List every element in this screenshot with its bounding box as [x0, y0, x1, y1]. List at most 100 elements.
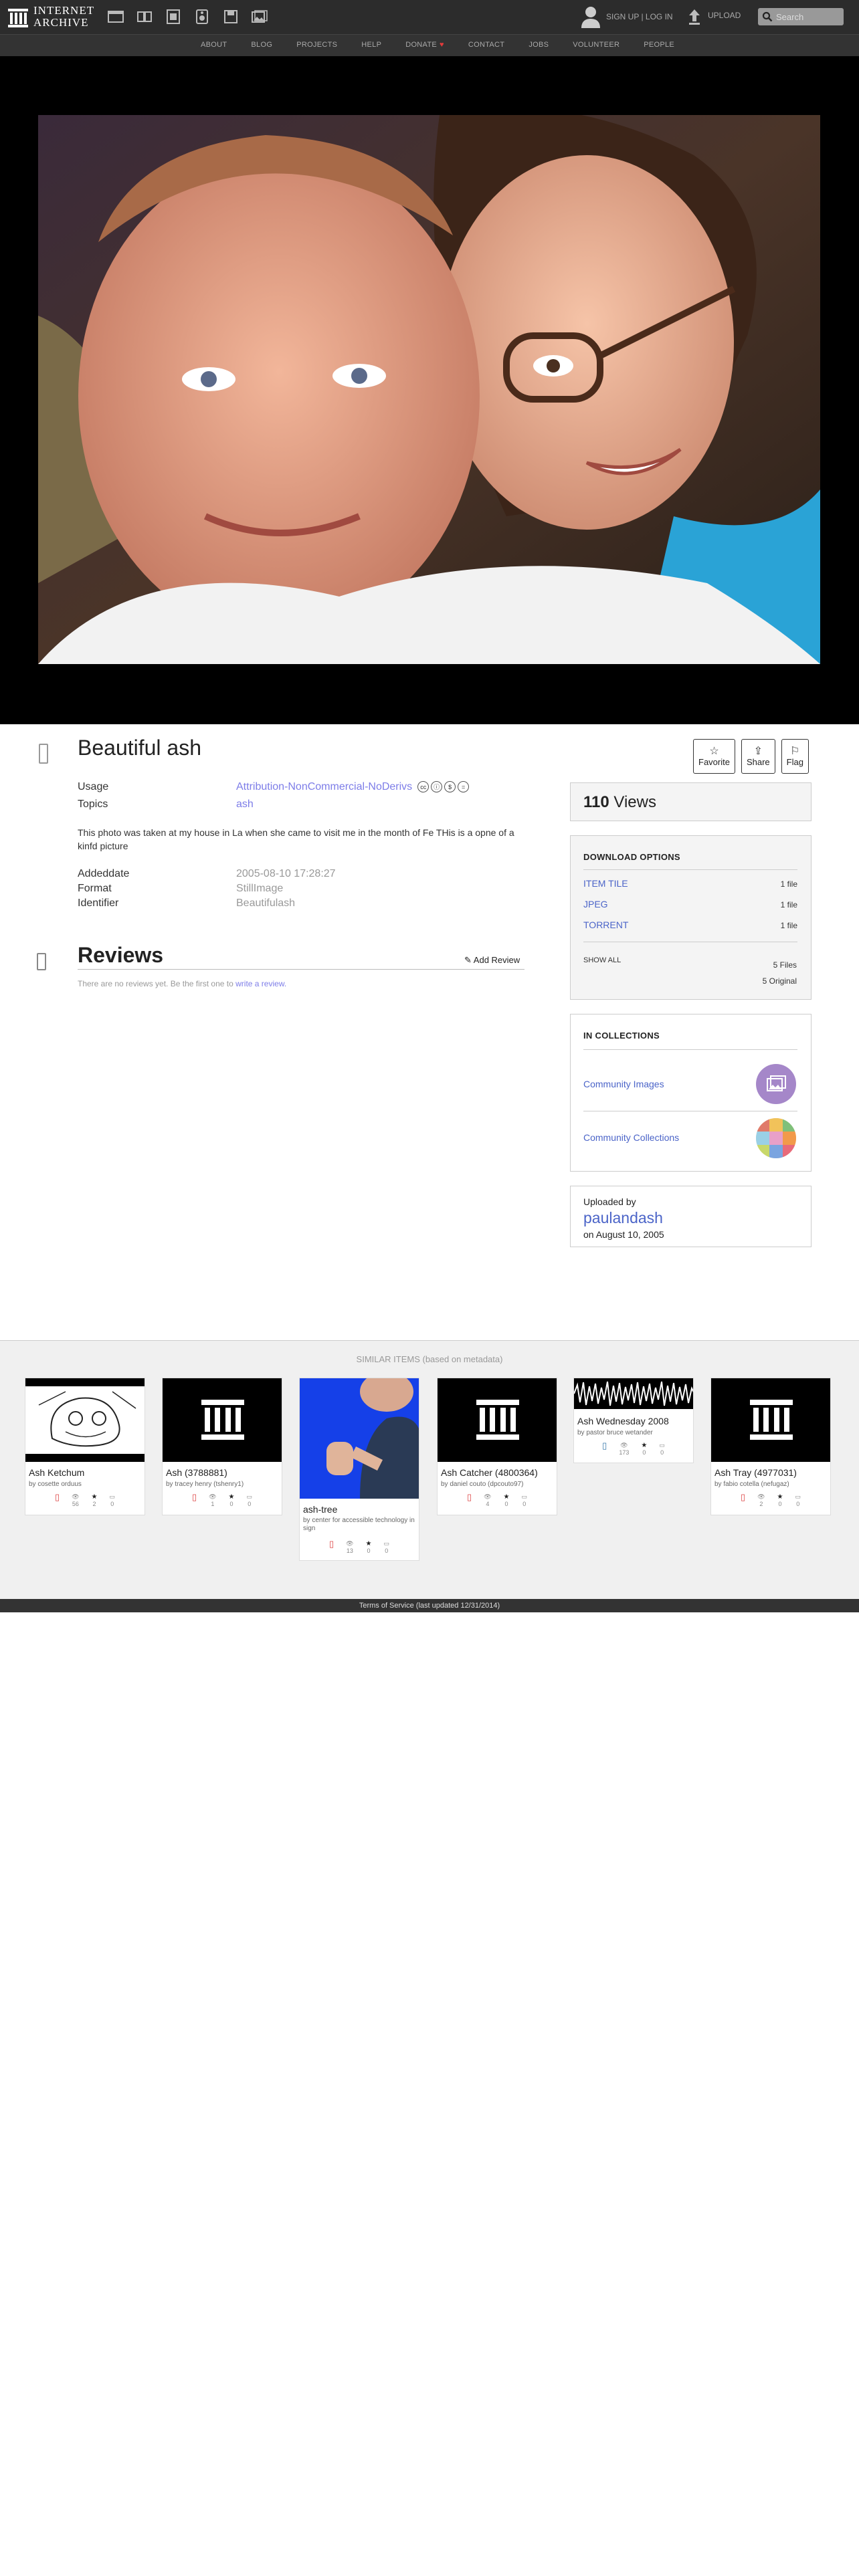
favorites-stat: ★ 0 [504, 1493, 510, 1508]
user-icon[interactable] [579, 4, 602, 29]
similar-item-title[interactable]: Ash (3788881) [166, 1467, 227, 1478]
community-images-thumbnail[interactable] [756, 1064, 796, 1104]
logo-line1: INTERNET [33, 4, 95, 17]
nav-contact[interactable]: CONTACT [468, 41, 504, 49]
similar-item-card[interactable]: Ash Wednesday 2008 by pastor bruce wetan… [573, 1378, 694, 1463]
pencil-icon: ✎ [464, 955, 474, 965]
community-collections-thumbnail[interactable] [756, 1118, 796, 1158]
texts-icon[interactable] [136, 8, 153, 25]
similar-item-card[interactable]: Ash Catcher (4800364) by daniel couto (d… [437, 1378, 557, 1515]
similar-item-thumbnail[interactable] [25, 1378, 145, 1462]
views-count-text: 110 Views [583, 793, 656, 812]
similar-item-card[interactable]: Ash Tray (4977031) by fabio cotella (nef… [710, 1378, 831, 1515]
topic-link[interactable]: ash [236, 798, 254, 810]
similar-item-author: by center for accessible technology in s… [303, 1517, 415, 1532]
similar-item-title[interactable]: Ash Wednesday 2008 [577, 1416, 669, 1426]
favorite-button[interactable]: ☆ Favorite [693, 739, 735, 774]
media-type-icons [107, 8, 268, 25]
similar-item-card[interactable]: Ash (3788881) by tracey henry (tshenry1)… [162, 1378, 282, 1515]
views-panel: 110 Views [570, 782, 812, 821]
comment-icon: ▭ [795, 1493, 801, 1500]
nav-jobs[interactable]: JOBS [529, 41, 549, 49]
share-button[interactable]: ⇪ Share [741, 739, 775, 774]
reviews-count: 0 [110, 1501, 114, 1507]
flag-icon: ⚐ [790, 746, 800, 757]
similar-item-title[interactable]: ash-tree [303, 1504, 337, 1515]
search-placeholder: Search [776, 12, 804, 22]
internet-archive-logo-icon[interactable] [7, 6, 29, 29]
star-icon: ★ [91, 1493, 98, 1501]
mediatype-image-icon: ▯ [328, 1539, 335, 1549]
similar-item-thumbnail[interactable] [300, 1378, 419, 1499]
similar-item-title[interactable]: Ash Tray (4977031) [714, 1467, 797, 1478]
web-icon[interactable] [107, 8, 124, 25]
similar-item-thumbnail[interactable] [438, 1378, 557, 1462]
favorites-stat: ★ 0 [641, 1442, 647, 1457]
footer-terms-link[interactable]: Terms of Service (last updated 12/31/201… [0, 1599, 859, 1612]
share-icon: ⇪ [753, 746, 763, 757]
license-link[interactable]: Attribution-NonCommercial-NoDerivs [236, 781, 412, 792]
images-icon[interactable] [251, 8, 268, 25]
upload-icon[interactable] [687, 8, 702, 25]
similar-item-stats: ▯ 👁 56 ★ 2 ▭ 0 [25, 1493, 145, 1508]
search-input[interactable]: Search [758, 8, 844, 25]
favorites-count: 0 [778, 1501, 782, 1507]
views-stat: 👁 173 [619, 1442, 629, 1457]
nav-about[interactable]: ABOUT [201, 41, 227, 49]
download-options-panel: DOWNLOAD OPTIONS ITEM TILE 1 file JPEG 1 f… [570, 835, 812, 1000]
upload-date: on August 10, 2005 [583, 1229, 664, 1240]
logo-text[interactable]: INTERNET ARCHIVE [33, 5, 94, 29]
download-item-tile-link[interactable]: ITEM TILE [583, 878, 628, 889]
favorites-count: 0 [504, 1501, 508, 1507]
download-torrent-link[interactable]: TORRENT [583, 920, 628, 930]
flag-button[interactable]: ⚐ Flag [781, 739, 809, 774]
divider [583, 869, 797, 870]
upload-link[interactable]: UPLOAD [708, 11, 741, 20]
similar-item-thumbnail[interactable] [711, 1378, 830, 1462]
views-label: Views [613, 793, 656, 811]
collection-community-collections[interactable]: Community Collections [583, 1132, 679, 1143]
similar-item-thumbnail[interactable] [574, 1378, 693, 1409]
mediatype-image-icon: ▯ [466, 1492, 472, 1502]
similar-item-thumbnail[interactable] [163, 1378, 282, 1462]
software-icon[interactable] [222, 8, 240, 25]
views-stat: 👁 4 [484, 1493, 491, 1508]
nav-help[interactable]: HELP [361, 41, 381, 49]
similar-items-section: SIMILAR ITEMS (based on metadata) Ash Ke… [0, 1340, 859, 1599]
format-value: StillImage [236, 883, 284, 894]
nav-people[interactable]: PEOPLE [644, 41, 674, 49]
uploader-link[interactable]: paulandash [583, 1209, 663, 1227]
file-count: 1 file [780, 921, 797, 930]
similar-item-card[interactable]: ash-tree by center for accessible techno… [299, 1378, 419, 1561]
similar-item-card[interactable]: Ash Ketchum by cosette orduus ▯ 👁 56 ★ 2 ▭… [25, 1378, 145, 1515]
item-actions: ☆ Favorite ⇪ Share ⚐ Flag [693, 739, 809, 774]
nav-blog[interactable]: BLOG [251, 41, 272, 49]
views-count: 173 [619, 1449, 630, 1456]
file-count: 1 file [780, 900, 797, 909]
uploaded-by-label: Uploaded by [583, 1196, 636, 1207]
format-label: Format [78, 883, 112, 894]
similar-item-stats: ▯ 👁 13 ★ 0 ▭ 0 [300, 1539, 419, 1555]
similar-item-title[interactable]: Ash Ketchum [29, 1467, 84, 1478]
nav-volunteer[interactable]: VOLUNTEER [573, 41, 619, 49]
nav-donate[interactable]: DONATE ♥ [405, 41, 444, 49]
show-all-link[interactable]: SHOW ALL [583, 956, 621, 964]
comment-icon: ▭ [109, 1493, 116, 1500]
reviews-stat: ▭ 0 [795, 1493, 801, 1508]
collection-community-images[interactable]: Community Images [583, 1079, 664, 1089]
add-review-button[interactable]: ✎ Add Review [464, 955, 520, 966]
similar-item-title[interactable]: Ash Catcher (4800364) [441, 1467, 538, 1478]
archive-logo-icon [750, 1400, 793, 1440]
audio-icon[interactable] [193, 8, 211, 25]
signup-login-link[interactable]: SIGN UP | LOG IN [606, 12, 673, 21]
nav-projects[interactable]: PROJECTS [296, 41, 337, 49]
archive-logo-icon [201, 1400, 244, 1440]
video-icon[interactable] [165, 8, 182, 25]
download-jpeg-link[interactable]: JPEG [583, 899, 608, 909]
images-icon [767, 1075, 786, 1091]
views-count: 1 [211, 1501, 215, 1507]
cc-badge-icons[interactable]: cc ⓘ $ = [417, 781, 470, 793]
main-photo[interactable] [38, 115, 820, 664]
write-review-link[interactable]: write a review. [235, 979, 286, 988]
mediatype-image-icon: ▯ [54, 1492, 60, 1502]
